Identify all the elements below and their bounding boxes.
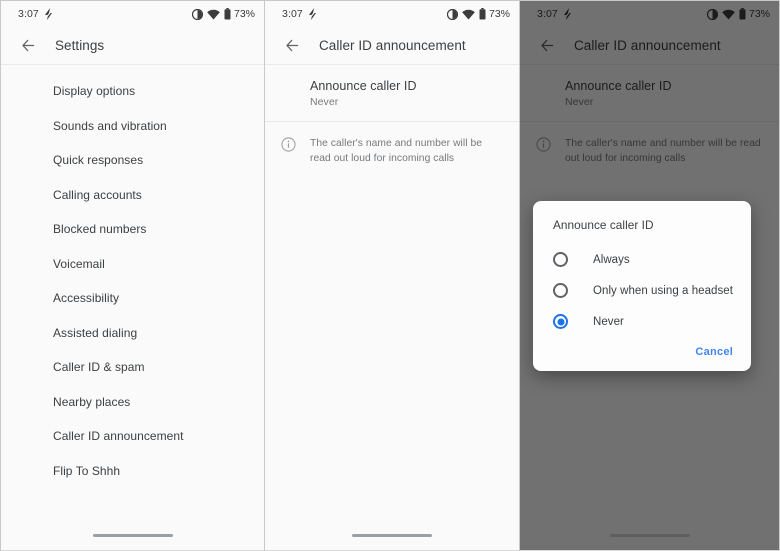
info-note-text: The caller's name and number will be rea… [310,138,483,164]
settings-item-label: Sounds and vibration [53,118,167,133]
settings-item-label: Blocked numbers [53,222,147,237]
preference-value: Never [310,96,339,108]
settings-item-label: Nearby places [53,394,131,409]
settings-item-label: Flip To Shhh [53,463,121,478]
radio-button-selected-icon[interactable] [553,314,568,329]
do-not-disturb-icon [446,8,459,20]
status-bar-left: 3:07 [18,8,54,20]
sidebar-item-nearby-places[interactable]: Nearby places [1,385,264,420]
wifi-icon [462,9,475,20]
lightning-bolt-icon [308,8,318,20]
sidebar-item-display-options[interactable]: Display options [1,74,264,109]
radio-option-label: Only when using a headset [593,284,733,297]
sidebar-item-assisted-dialing[interactable]: Assisted dialing [1,316,264,351]
radio-button-icon[interactable] [553,283,568,298]
screen-caller-id-announcement: 3:07 73% Caller ID announcement Announce… [265,0,520,551]
settings-item-label: Calling accounts [53,187,142,202]
preference-title: Announce caller ID [310,79,417,93]
announcement-content: Announce caller ID Never The caller's na… [265,65,519,550]
battery-icon [224,8,231,20]
sidebar-item-flip-to-shhh[interactable]: Flip To Shhh [1,454,264,489]
home-indicator[interactable] [352,534,432,537]
status-bar: 3:07 73% [1,1,264,27]
battery-percent: 73% [488,8,510,20]
battery-icon [479,8,486,20]
status-bar-right: 73% [191,8,255,20]
radio-option-label: Never [593,315,624,328]
status-time: 3:07 [18,8,39,20]
settings-content: Display options Sounds and vibration Qui… [1,65,264,550]
settings-item-label: Assisted dialing [53,325,138,340]
back-arrow-icon[interactable] [16,34,40,58]
status-bar: 3:07 73% [265,1,519,27]
settings-item-label: Caller ID announcement [53,429,184,444]
lightning-bolt-icon [44,8,54,20]
radio-option-only-when-using-a-headset[interactable]: Only when using a headset [533,275,751,306]
status-time: 3:07 [282,8,303,20]
sidebar-item-sounds-and-vibration[interactable]: Sounds and vibration [1,109,264,144]
settings-item-label: Quick responses [53,153,144,168]
dialog-actions: Cancel [533,337,751,366]
announce-caller-id-dialog: Announce caller ID Always Only when usin… [533,201,751,371]
back-arrow-icon[interactable] [280,34,304,58]
home-indicator[interactable] [92,534,173,537]
battery-percent: 73% [233,8,255,20]
radio-option-always[interactable]: Always [533,244,751,275]
settings-list: Display options Sounds and vibration Qui… [1,65,264,488]
settings-item-label: Caller ID & spam [53,360,145,375]
sidebar-item-blocked-numbers[interactable]: Blocked numbers [1,212,264,247]
wifi-icon [207,9,220,20]
settings-item-label: Accessibility [53,291,119,306]
page-title: Caller ID announcement [319,38,466,53]
sidebar-item-quick-responses[interactable]: Quick responses [1,143,264,178]
sidebar-item-caller-id-and-spam[interactable]: Caller ID & spam [1,350,264,385]
app-bar: Settings [1,27,264,65]
app-bar: Caller ID announcement [265,27,519,65]
status-bar-left: 3:07 [282,8,318,20]
radio-option-never[interactable]: Never [533,306,751,337]
info-note: The caller's name and number will be rea… [265,122,519,180]
sidebar-item-calling-accounts[interactable]: Calling accounts [1,178,264,213]
sidebar-item-caller-id-announcement[interactable]: Caller ID announcement [1,419,264,454]
radio-option-label: Always [593,253,630,266]
sidebar-item-voicemail[interactable]: Voicemail [1,247,264,282]
radio-button-icon[interactable] [553,252,568,267]
status-bar-right: 73% [446,8,510,20]
sidebar-item-accessibility[interactable]: Accessibility [1,281,264,316]
settings-item-label: Display options [53,84,136,99]
do-not-disturb-icon [191,8,204,20]
settings-item-label: Voicemail [53,256,105,271]
three-screen-comparison: 3:07 73% Settings Display options Sounds… [0,0,780,551]
cancel-button[interactable]: Cancel [695,346,733,358]
preference-announce-caller-id[interactable]: Announce caller ID Never [265,65,519,122]
screen-announce-caller-id-dialog: 3:07 73% Caller [520,0,780,551]
screen-settings: 3:07 73% Settings Display options Sounds… [0,0,265,551]
info-circle-icon [281,137,296,166]
page-title: Settings [55,38,105,53]
dialog-title: Announce caller ID [553,218,654,232]
